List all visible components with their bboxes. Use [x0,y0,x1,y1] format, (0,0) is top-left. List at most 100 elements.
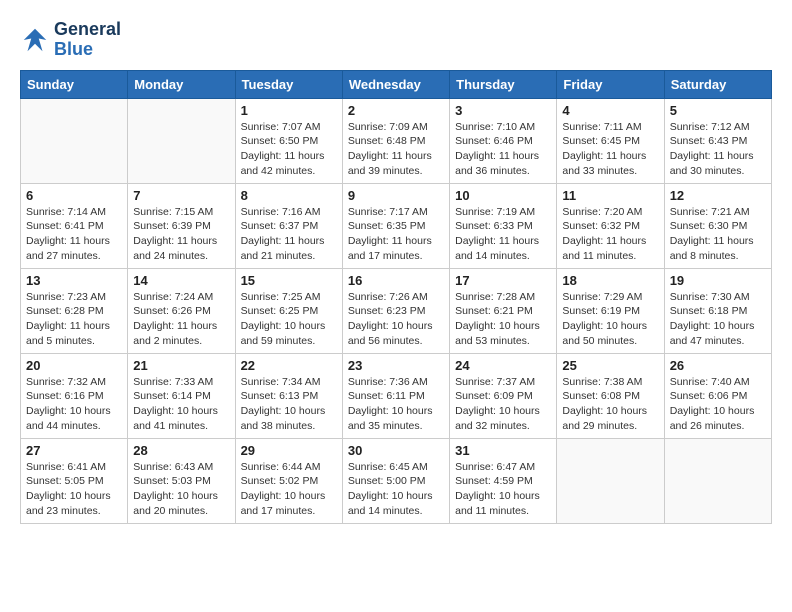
calendar-cell: 4 Sunrise: 7:11 AM Sunset: 6:45 PM Daylig… [557,98,664,183]
calendar-cell: 24 Sunrise: 7:37 AM Sunset: 6:09 PM Dayli… [450,353,557,438]
day-number: 28 [133,443,229,458]
calendar-cell: 30 Sunrise: 6:45 AM Sunset: 5:00 PM Dayli… [342,438,449,523]
day-number: 6 [26,188,122,203]
calendar-cell: 17 Sunrise: 7:28 AM Sunset: 6:21 PM Dayli… [450,268,557,353]
day-number: 29 [241,443,337,458]
cell-content: Sunrise: 7:32 AM Sunset: 6:16 PM Dayligh… [26,375,122,434]
day-number: 4 [562,103,658,118]
day-number: 7 [133,188,229,203]
day-header-saturday: Saturday [664,70,771,98]
cell-content: Sunrise: 7:10 AM Sunset: 6:46 PM Dayligh… [455,120,551,179]
calendar-cell: 6 Sunrise: 7:14 AM Sunset: 6:41 PM Daylig… [21,183,128,268]
day-number: 27 [26,443,122,458]
day-number: 31 [455,443,551,458]
logo: General Blue [20,20,121,60]
calendar-cell: 31 Sunrise: 6:47 AM Sunset: 4:59 PM Dayli… [450,438,557,523]
calendar-cell: 19 Sunrise: 7:30 AM Sunset: 6:18 PM Dayli… [664,268,771,353]
day-number: 23 [348,358,444,373]
calendar-cell: 21 Sunrise: 7:33 AM Sunset: 6:14 PM Dayli… [128,353,235,438]
day-number: 26 [670,358,766,373]
cell-content: Sunrise: 6:45 AM Sunset: 5:00 PM Dayligh… [348,460,444,519]
cell-content: Sunrise: 7:21 AM Sunset: 6:30 PM Dayligh… [670,205,766,264]
cell-content: Sunrise: 7:36 AM Sunset: 6:11 PM Dayligh… [348,375,444,434]
cell-content: Sunrise: 7:07 AM Sunset: 6:50 PM Dayligh… [241,120,337,179]
calendar-week-2: 13Sunrise: 7:23 AM Sunset: 6:28 PM Dayli… [21,268,772,353]
cell-content: Sunrise: 7:25 AM Sunset: 6:25 PM Dayligh… [241,290,337,349]
calendar-cell: 11 Sunrise: 7:20 AM Sunset: 6:32 PM Dayli… [557,183,664,268]
calendar-cell: 22 Sunrise: 7:34 AM Sunset: 6:13 PM Dayli… [235,353,342,438]
calendar-cell: 27 Sunrise: 6:41 AM Sunset: 5:05 PM Dayli… [21,438,128,523]
calendar-cell: 8Sunrise: 7:16 AM Sunset: 6:37 PM Daylig… [235,183,342,268]
day-number: 21 [133,358,229,373]
calendar-cell: 25 Sunrise: 7:38 AM Sunset: 6:08 PM Dayli… [557,353,664,438]
cell-content: Sunrise: 7:11 AM Sunset: 6:45 PM Dayligh… [562,120,658,179]
cell-content: Sunrise: 7:34 AM Sunset: 6:13 PM Dayligh… [241,375,337,434]
calendar-cell: 7Sunrise: 7:15 AM Sunset: 6:39 PM Daylig… [128,183,235,268]
calendar-cell [664,438,771,523]
cell-content: Sunrise: 7:37 AM Sunset: 6:09 PM Dayligh… [455,375,551,434]
calendar-header-row: SundayMondayTuesdayWednesdayThursdayFrid… [21,70,772,98]
cell-content: Sunrise: 7:24 AM Sunset: 6:26 PM Dayligh… [133,290,229,349]
cell-content: Sunrise: 7:16 AM Sunset: 6:37 PM Dayligh… [241,205,337,264]
page-header: General Blue [20,20,772,60]
day-number: 1 [241,103,337,118]
day-number: 11 [562,188,658,203]
day-number: 22 [241,358,337,373]
cell-content: Sunrise: 7:09 AM Sunset: 6:48 PM Dayligh… [348,120,444,179]
calendar-cell: 12Sunrise: 7:21 AM Sunset: 6:30 PM Dayli… [664,183,771,268]
day-header-friday: Friday [557,70,664,98]
logo-icon [20,25,50,55]
day-number: 25 [562,358,658,373]
cell-content: Sunrise: 7:28 AM Sunset: 6:21 PM Dayligh… [455,290,551,349]
calendar-cell: 29 Sunrise: 6:44 AM Sunset: 5:02 PM Dayli… [235,438,342,523]
calendar-cell: 23 Sunrise: 7:36 AM Sunset: 6:11 PM Dayli… [342,353,449,438]
day-number: 18 [562,273,658,288]
calendar-cell [21,98,128,183]
day-number: 3 [455,103,551,118]
calendar-cell: 9 Sunrise: 7:17 AM Sunset: 6:35 PM Daylig… [342,183,449,268]
calendar-cell: 18 Sunrise: 7:29 AM Sunset: 6:19 PM Dayli… [557,268,664,353]
day-number: 16 [348,273,444,288]
day-number: 9 [348,188,444,203]
day-number: 24 [455,358,551,373]
calendar-week-4: 27 Sunrise: 6:41 AM Sunset: 5:05 PM Dayli… [21,438,772,523]
cell-content: Sunrise: 6:44 AM Sunset: 5:02 PM Dayligh… [241,460,337,519]
day-header-sunday: Sunday [21,70,128,98]
calendar-cell: 5Sunrise: 7:12 AM Sunset: 6:43 PM Daylig… [664,98,771,183]
cell-content: Sunrise: 7:26 AM Sunset: 6:23 PM Dayligh… [348,290,444,349]
day-number: 30 [348,443,444,458]
day-number: 13 [26,273,122,288]
calendar-cell: 14 Sunrise: 7:24 AM Sunset: 6:26 PM Dayli… [128,268,235,353]
day-number: 15 [241,273,337,288]
calendar-cell: 13Sunrise: 7:23 AM Sunset: 6:28 PM Dayli… [21,268,128,353]
cell-content: Sunrise: 7:12 AM Sunset: 6:43 PM Dayligh… [670,120,766,179]
day-header-tuesday: Tuesday [235,70,342,98]
cell-content: Sunrise: 7:38 AM Sunset: 6:08 PM Dayligh… [562,375,658,434]
calendar-cell: 10Sunrise: 7:19 AM Sunset: 6:33 PM Dayli… [450,183,557,268]
logo-text: General Blue [54,20,121,60]
calendar-week-3: 20Sunrise: 7:32 AM Sunset: 6:16 PM Dayli… [21,353,772,438]
cell-content: Sunrise: 6:47 AM Sunset: 4:59 PM Dayligh… [455,460,551,519]
cell-content: Sunrise: 7:29 AM Sunset: 6:19 PM Dayligh… [562,290,658,349]
calendar-cell [128,98,235,183]
day-number: 14 [133,273,229,288]
cell-content: Sunrise: 7:33 AM Sunset: 6:14 PM Dayligh… [133,375,229,434]
day-number: 19 [670,273,766,288]
day-header-thursday: Thursday [450,70,557,98]
cell-content: Sunrise: 7:30 AM Sunset: 6:18 PM Dayligh… [670,290,766,349]
cell-content: Sunrise: 7:17 AM Sunset: 6:35 PM Dayligh… [348,205,444,264]
day-header-wednesday: Wednesday [342,70,449,98]
cell-content: Sunrise: 7:19 AM Sunset: 6:33 PM Dayligh… [455,205,551,264]
calendar-cell: 3 Sunrise: 7:10 AM Sunset: 6:46 PM Daylig… [450,98,557,183]
calendar-week-1: 6 Sunrise: 7:14 AM Sunset: 6:41 PM Daylig… [21,183,772,268]
cell-content: Sunrise: 7:20 AM Sunset: 6:32 PM Dayligh… [562,205,658,264]
calendar-table: SundayMondayTuesdayWednesdayThursdayFrid… [20,70,772,524]
calendar-cell: 1 Sunrise: 7:07 AM Sunset: 6:50 PM Daylig… [235,98,342,183]
day-number: 17 [455,273,551,288]
day-number: 2 [348,103,444,118]
cell-content: Sunrise: 6:41 AM Sunset: 5:05 PM Dayligh… [26,460,122,519]
calendar-cell: 26Sunrise: 7:40 AM Sunset: 6:06 PM Dayli… [664,353,771,438]
calendar-cell: 20Sunrise: 7:32 AM Sunset: 6:16 PM Dayli… [21,353,128,438]
cell-content: Sunrise: 7:14 AM Sunset: 6:41 PM Dayligh… [26,205,122,264]
calendar-cell: 16 Sunrise: 7:26 AM Sunset: 6:23 PM Dayli… [342,268,449,353]
